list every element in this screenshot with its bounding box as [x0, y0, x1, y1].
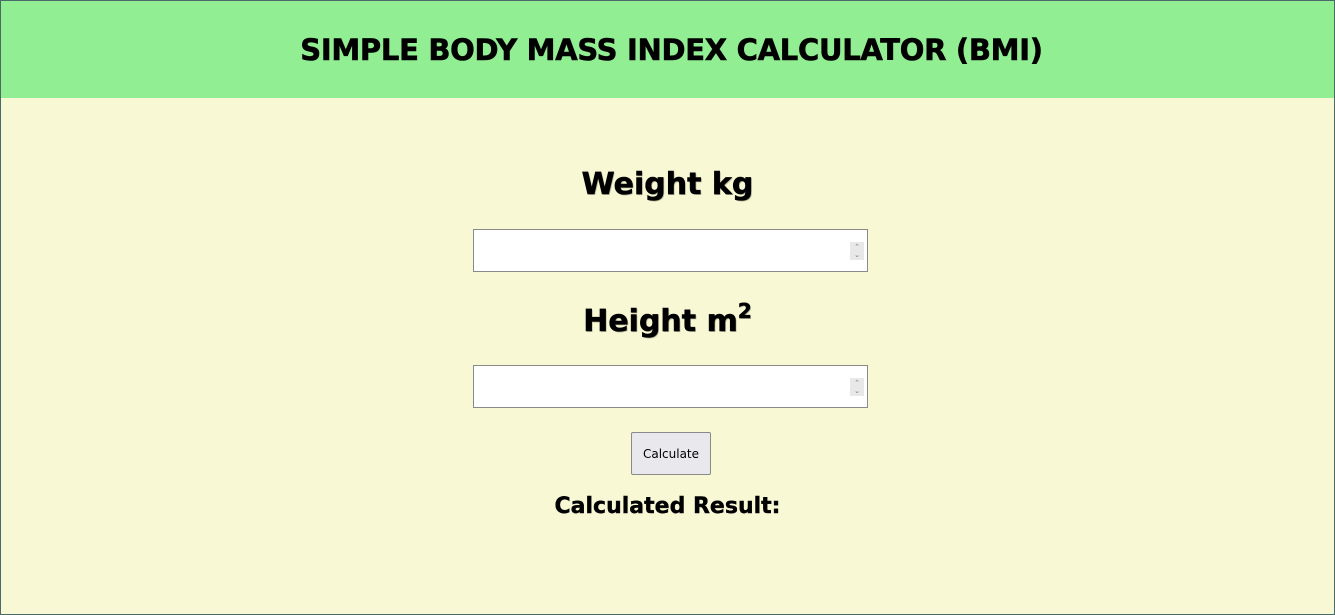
weight-input[interactable]: ⌃ ⌄	[473, 229, 868, 272]
header-bar: SIMPLE BODY MASS INDEX CALCULATOR (BMI)	[1, 1, 1334, 98]
spinner-arrows-icon[interactable]: ⌃ ⌄	[850, 377, 864, 396]
height-label-text: Height m	[583, 304, 738, 340]
calculate-button[interactable]: Calculate	[631, 432, 711, 475]
weight-label-text: Weight kg	[581, 167, 754, 203]
weight-label: Weight kg	[1, 167, 1334, 203]
calculated-result-label: Calculated Result:	[1, 494, 1334, 519]
page: SIMPLE BODY MASS INDEX CALCULATOR (BMI) …	[0, 0, 1335, 615]
page-title: SIMPLE BODY MASS INDEX CALCULATOR (BMI)	[300, 32, 1043, 67]
spinner-arrows-icon[interactable]: ⌃ ⌄	[850, 241, 864, 260]
spinner-down-icon[interactable]: ⌄	[854, 251, 860, 259]
height-input[interactable]: ⌃ ⌄	[473, 365, 868, 408]
spinner-up-icon[interactable]: ⌃	[854, 379, 860, 387]
spinner-down-icon[interactable]: ⌄	[854, 387, 860, 395]
height-label-superscript: 2	[737, 299, 753, 324]
spinner-up-icon[interactable]: ⌃	[854, 243, 860, 251]
calculated-result-text: Calculated Result:	[554, 494, 781, 519]
height-label: Height m2	[1, 299, 1334, 340]
